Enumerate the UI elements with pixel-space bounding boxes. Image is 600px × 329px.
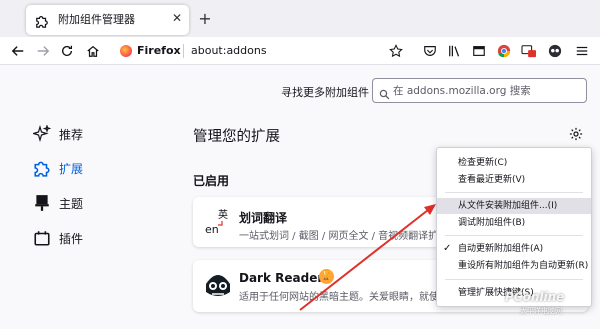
sidebar-item-label: 推荐	[59, 127, 84, 142]
pocket-button[interactable]	[420, 41, 440, 61]
search-icon	[379, 85, 390, 104]
menu-separator	[445, 235, 583, 236]
menu-item-debug-addons[interactable]: 调试附加组件(B)	[437, 215, 591, 231]
sparkle-icon	[33, 125, 51, 143]
menu-item-check-updates[interactable]: 检查更新(C)	[437, 155, 591, 171]
reload-button[interactable]	[57, 41, 77, 61]
addon-description: 一站式划词 / 截图 / 网页全文 / 音视频翻译扩展	[239, 231, 449, 242]
recommended-badge-icon: 🏆	[319, 269, 334, 284]
sidebar-item-label: 插件	[59, 231, 84, 246]
tab-title: 附加组件管理器	[58, 13, 135, 26]
menu-item-view-recent-updates[interactable]: 查看最近更新(V)	[437, 172, 591, 188]
reload-icon	[61, 45, 73, 56]
plugin-icon	[34, 231, 50, 246]
arrow-left-icon	[11, 46, 24, 56]
translate-icon	[521, 45, 536, 58]
firefox-logo-icon	[120, 45, 132, 57]
sidebar-toggle-button[interactable]	[469, 41, 489, 61]
paintbrush-icon	[35, 195, 49, 211]
puzzle-piece-icon	[34, 161, 50, 177]
dark-reader-toolbar-button[interactable]	[545, 41, 565, 61]
puzzle-piece-icon	[35, 13, 49, 32]
svg-text:英: 英	[218, 208, 228, 221]
sidebar-icon	[473, 46, 485, 56]
translate-extension-button[interactable]	[519, 41, 539, 61]
watermark-subtitle: 太平洋电脑网	[520, 307, 562, 315]
tab-addons-manager[interactable]: 附加组件管理器 ✕	[26, 5, 189, 35]
hamburger-menu-icon	[576, 46, 588, 56]
dark-reader-icon	[204, 270, 232, 304]
new-tab-button[interactable]: +	[196, 10, 214, 28]
watermark-brand: PConline	[505, 290, 565, 304]
sidebar-item-label: 扩展	[59, 161, 84, 176]
url-bar[interactable]: Firefox about:addons	[112, 40, 412, 62]
navigation-toolbar: Firefox about:addons	[0, 37, 600, 65]
menu-item-label: 自动更新附加组件(A)	[458, 244, 544, 254]
sidebar-item-extensions[interactable]: 扩展	[33, 157, 83, 179]
addons-search-box[interactable]	[372, 78, 587, 103]
forward-button[interactable]	[33, 41, 53, 61]
back-button[interactable]	[8, 41, 28, 61]
firefox-window: 附加组件管理器 ✕ + Firefox about:addons 寻找更多附加组…	[0, 0, 600, 329]
menu-item-reset-auto-update[interactable]: 重设所有附加组件为自动更新(R)	[437, 258, 591, 274]
addon-name: 划词翻译	[239, 211, 288, 225]
addons-search-input[interactable]	[393, 83, 583, 99]
find-more-label: 寻找更多附加组件	[281, 86, 369, 99]
library-button[interactable]	[445, 41, 465, 61]
sidebar-item-plugins[interactable]: 插件	[33, 227, 83, 249]
home-button[interactable]	[83, 41, 103, 61]
chrome-extension-button[interactable]	[494, 41, 514, 61]
star-icon	[389, 44, 403, 58]
addon-name: Dark Reader	[239, 271, 324, 285]
enabled-section-header: 已启用	[193, 174, 230, 188]
page-title: 管理您的扩展	[193, 129, 280, 145]
identity-label: Firefox	[137, 44, 181, 57]
tools-menu-button[interactable]	[566, 124, 586, 144]
tools-dropdown-menu: 检查更新(C) 查看最近更新(V) 从文件安装附加组件...(I) 调试附加组件…	[436, 147, 592, 307]
menu-item-auto-update[interactable]: ✓ 自动更新附加组件(A)	[437, 241, 591, 257]
dark-reader-icon	[548, 44, 562, 58]
bookmark-star-button[interactable]	[386, 41, 406, 61]
pocket-icon	[424, 46, 436, 56]
menu-separator	[445, 192, 583, 193]
url-separator	[183, 44, 184, 58]
library-icon	[449, 45, 460, 57]
home-icon	[87, 45, 99, 57]
sidebar-item-themes[interactable]: 主题	[33, 192, 83, 214]
menu-item-install-from-file[interactable]: 从文件安装附加组件...(I)	[437, 198, 591, 214]
url-text[interactable]: about:addons	[191, 44, 267, 57]
arrow-right-icon	[37, 46, 50, 56]
sidebar-item-label: 主题	[59, 196, 84, 211]
checkmark-icon: ✓	[443, 243, 452, 254]
sidebar-item-recommendations[interactable]: 推荐	[33, 123, 83, 145]
gear-icon	[569, 127, 583, 141]
menu-separator	[445, 279, 583, 280]
chrome-logo-icon	[497, 44, 511, 58]
close-icon[interactable]: ✕	[169, 10, 185, 26]
translate-icon: 英 en	[204, 207, 232, 241]
svg-text:en: en	[205, 223, 219, 236]
tab-strip: 附加组件管理器 ✕ +	[0, 0, 600, 37]
app-menu-button[interactable]	[572, 41, 592, 61]
